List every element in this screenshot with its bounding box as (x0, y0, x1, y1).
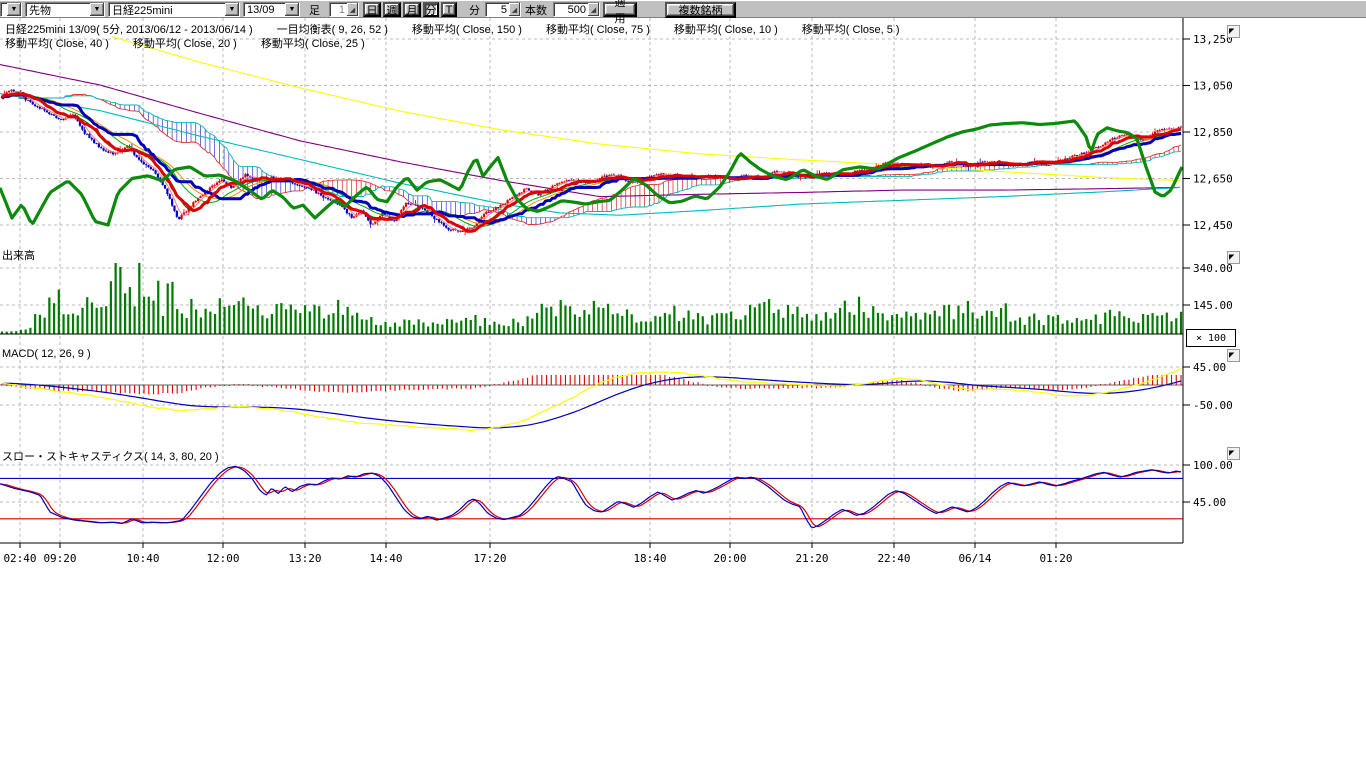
axis-tick-label: 01:20 (1039, 552, 1072, 565)
axis-tick-label: 17:20 (473, 552, 506, 565)
pane-resize-button-price[interactable]: ◤ (1227, 25, 1240, 38)
axis-tick-label: 06/14 (958, 552, 991, 565)
macd-pane (0, 368, 1183, 430)
axis-tick-label: 45.00 (1193, 361, 1226, 374)
time-axis: 02:40 09:20 10:40 12:00 13:20 14:40 17:20 18:40… (3, 543, 1072, 565)
resize-arrow-icon: ◤ (1229, 28, 1234, 35)
axis-tick-label: 02:40 (3, 552, 36, 565)
axis-tick-label: 100.00 (1193, 459, 1233, 472)
axes: 13,25013,05012,85012,65012,450340.00145.… (0, 18, 1233, 543)
legend-item: 移動平均( Close, 5 ) (802, 21, 900, 37)
stochastics-pane (0, 467, 1183, 528)
chart-application-window: ▼ 先物 ▼ 日経225mini ▼ 13/09 ▼ 足 1 ◢ 日 週 月 分… (0, 0, 1366, 768)
pane-resize-button-volume[interactable]: ◤ (1227, 251, 1240, 264)
resize-arrow-icon: ◤ (1229, 450, 1234, 457)
axis-tick-label: 09:20 (43, 552, 76, 565)
resize-arrow-icon: ◤ (1229, 352, 1234, 359)
ichimoku-lines (0, 93, 1182, 231)
axis-tick-label: 12,850 (1193, 126, 1233, 139)
axis-tick-label: 18:40 (633, 552, 666, 565)
resize-arrow-icon: ◤ (1229, 254, 1234, 261)
gridlines (0, 18, 1183, 543)
volume-bars (0, 263, 1183, 334)
legend-item: 移動平均( Close, 150 ) (412, 21, 522, 37)
axis-tick-label: 12,450 (1193, 219, 1233, 232)
legend-item: 移動平均( Close, 75 ) (546, 21, 650, 37)
axis-tick-label: 10:40 (126, 552, 159, 565)
axis-tick-label: 13:20 (288, 552, 321, 565)
axis-tick-label: 14:40 (369, 552, 402, 565)
axis-tick-label: 12,650 (1193, 173, 1233, 186)
stoch-pane-label: スロー・ストキャスティクス( 14, 3, 80, 20 ) (2, 448, 219, 464)
axis-tick-label: 13,050 (1193, 80, 1233, 93)
legend-item: 移動平均( Close, 20 ) (133, 35, 237, 51)
axis-tick-label: 21:20 (795, 552, 828, 565)
axis-tick-label: 22:40 (877, 552, 910, 565)
axis-tick-label: 12:00 (206, 552, 239, 565)
pane-resize-button-macd[interactable]: ◤ (1227, 349, 1240, 362)
legend-item: 移動平均( Close, 10 ) (674, 21, 778, 37)
chart-canvas: 13,25013,05012,85012,65012,450340.00145.… (0, 0, 1366, 575)
axis-tick-label: 145.00 (1193, 299, 1233, 312)
axis-tick-label: 20:00 (713, 552, 746, 565)
volume-pane-label: 出来高 (2, 247, 35, 263)
axis-tick-label: 45.00 (1193, 496, 1226, 509)
moving-averages-fast (2, 91, 1181, 231)
volume-multiplier-badge: × 100 (1186, 329, 1236, 347)
legend-line-2: 移動平均( Close, 40 ) 移動平均( Close, 20 ) 移動平均… (5, 35, 365, 51)
legend-item: 移動平均( Close, 40 ) (5, 35, 109, 51)
macd-pane-label: MACD( 12, 26, 9 ) (2, 348, 91, 360)
pane-resize-button-stoch[interactable]: ◤ (1227, 447, 1240, 460)
legend-item: 移動平均( Close, 25 ) (261, 35, 365, 51)
axis-tick-label: -50.00 (1193, 399, 1233, 412)
